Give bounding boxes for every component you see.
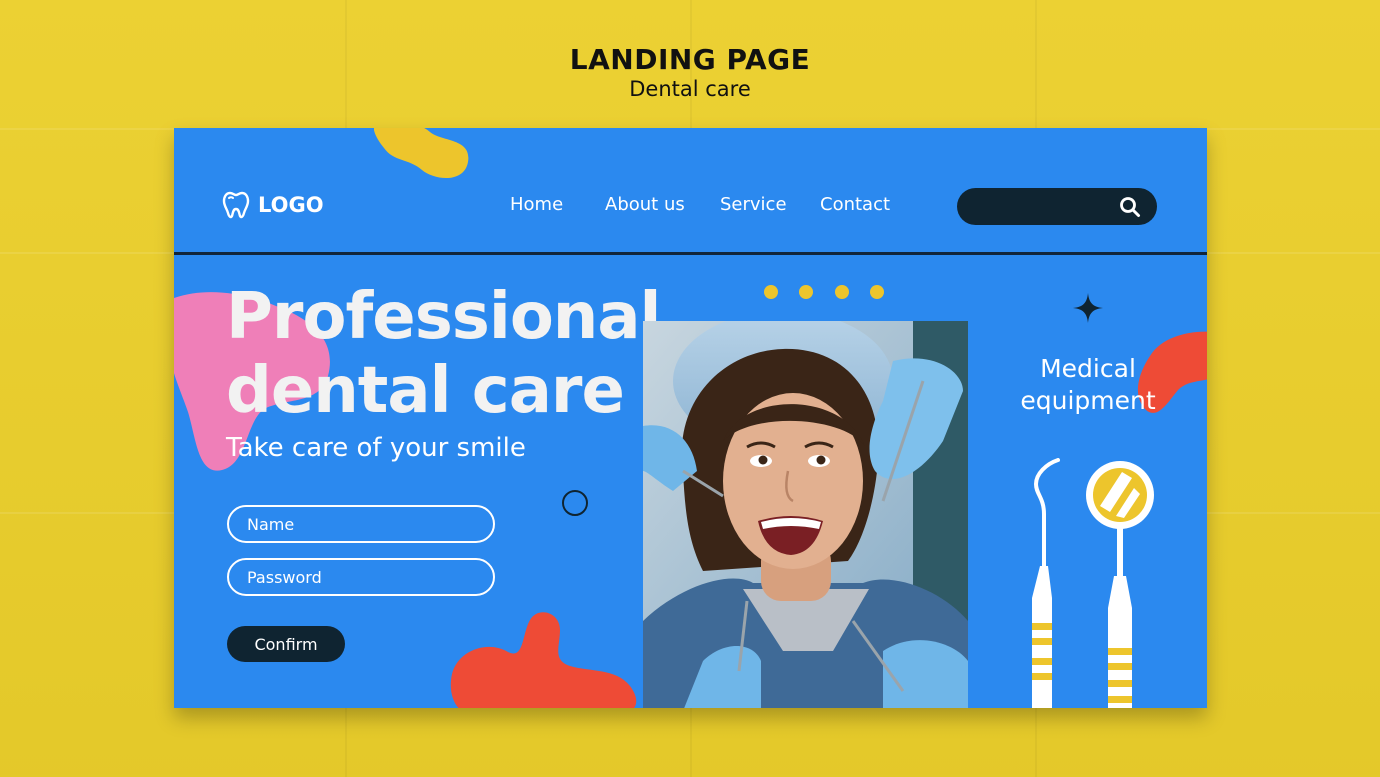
decor-dot: [835, 285, 849, 299]
landing-page-card: LOGO Home About us Service Contact Profe…: [174, 128, 1207, 708]
nav-contact[interactable]: Contact: [820, 194, 890, 215]
dental-probe-icon: [1032, 458, 1060, 708]
smiling-child-photo: [643, 321, 968, 708]
medical-equipment-title: Medical equipment: [994, 353, 1182, 417]
search-input[interactable]: [973, 188, 1113, 225]
search-button[interactable]: [1119, 196, 1141, 222]
hero-title-line-2: dental care: [226, 354, 625, 428]
yellow-blob: [374, 128, 469, 179]
medical-equipment-line-2: equipment: [1020, 386, 1156, 415]
dental-mirror-icon: [1086, 461, 1154, 708]
nav-about-us[interactable]: About us: [605, 194, 685, 215]
nav-divider: [174, 252, 1207, 255]
patient-photo: [643, 321, 968, 708]
medical-equipment-line-1: Medical: [1040, 354, 1136, 383]
decor-ring: [562, 490, 588, 516]
search-icon: [1120, 197, 1140, 217]
dental-tools-illustration: [1032, 458, 1154, 708]
password-input[interactable]: [229, 560, 493, 594]
hero-title-line-1: Professional: [226, 280, 661, 354]
nav-service[interactable]: Service: [720, 194, 787, 215]
mockup-heading: LANDING PAGE Dental care: [0, 44, 1380, 102]
mockup-title: LANDING PAGE: [569, 43, 811, 76]
red-blob-bottom: [450, 612, 637, 708]
decor-dot: [799, 285, 813, 299]
nav-home[interactable]: Home: [510, 194, 563, 215]
logo[interactable]: LOGO: [222, 190, 324, 220]
tooth-icon: [222, 191, 250, 219]
name-field: [227, 505, 495, 543]
confirm-button[interactable]: Confirm: [227, 626, 345, 662]
password-field: [227, 558, 495, 596]
name-input[interactable]: [229, 507, 493, 541]
decor-dot: [870, 285, 884, 299]
hero-title: Professional dental care: [226, 280, 661, 428]
hero-subtitle: Take care of your smile: [226, 433, 526, 463]
decor-dot: [764, 285, 778, 299]
search-bar: [957, 188, 1157, 225]
mockup-subtitle: Dental care: [629, 77, 751, 101]
sparkle-icon: [1073, 293, 1103, 323]
logo-text: LOGO: [258, 193, 324, 217]
